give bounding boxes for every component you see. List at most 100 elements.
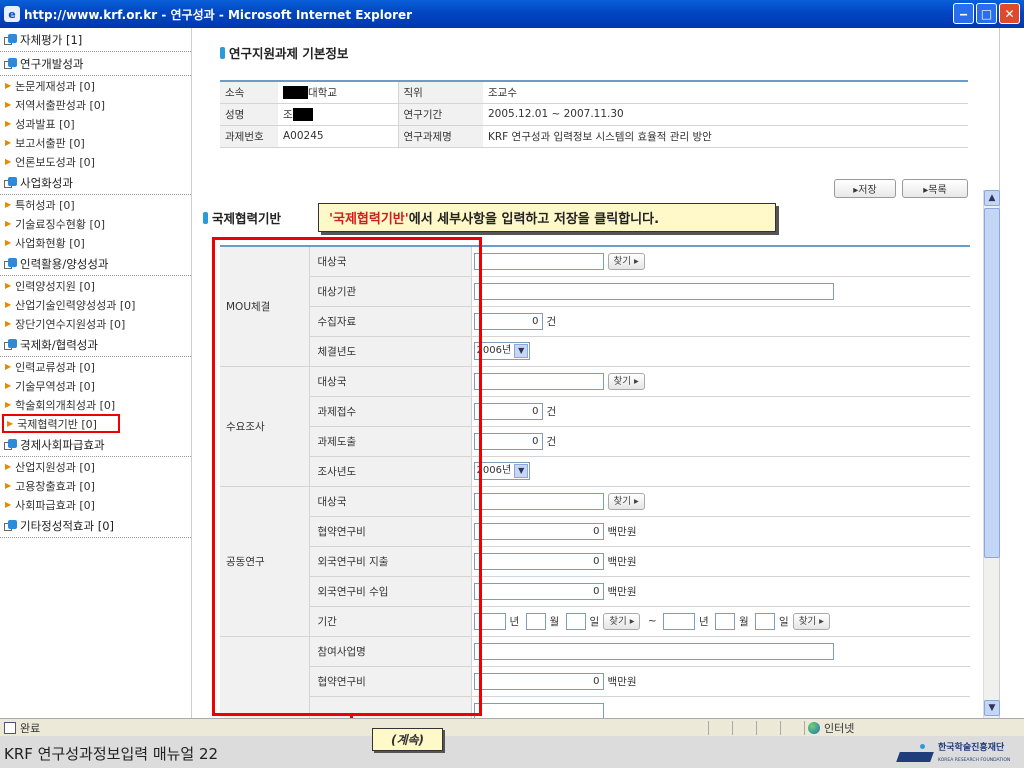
redaction-bar xyxy=(283,86,308,100)
sidebar-item[interactable]: ▶ 학술회의개최성과 [0] xyxy=(0,395,191,414)
field-label: 외국연구비 지출 xyxy=(309,546,472,577)
table-row: 과제접수 0건 xyxy=(220,396,970,427)
sidebar-item[interactable]: ▶ 인력교류성과 [0] xyxy=(0,357,191,376)
sidebar-item[interactable]: ▶ 인력양성지원 [0] xyxy=(0,276,191,295)
arrow-right-icon: ▶ xyxy=(5,462,12,471)
save-button[interactable]: ▸저장 xyxy=(834,179,896,198)
end-month-input[interactable] xyxy=(715,612,735,630)
list-button[interactable]: ▸목록 xyxy=(902,179,968,198)
mou-data-input[interactable]: 0 xyxy=(473,312,543,330)
find-button[interactable]: 찾기 ▸ xyxy=(603,612,641,630)
table-row: 외국연구비 수입 0 백만원 xyxy=(220,576,970,607)
manual-footer: KRF 연구성과정보입력 매뉴얼 22 xyxy=(0,736,1024,768)
sidebar-item[interactable]: ▶ 기술무역성과 [0] xyxy=(0,376,191,395)
survey-received-input[interactable]: 0 xyxy=(473,402,543,420)
sidebar-item[interactable]: ▶ 저역서출판성과 [0] xyxy=(0,95,191,114)
cell-value: A00245 xyxy=(278,125,398,148)
sidebar-item[interactable]: ▶ 산업기술인력양성성과 [0] xyxy=(0,295,191,314)
start-day-input[interactable] xyxy=(565,612,586,630)
folder-icon xyxy=(4,339,17,350)
mou-institution-input[interactable] xyxy=(473,282,834,300)
sidebar-item[interactable]: ▶ 고용창출효과 [0] xyxy=(0,476,191,495)
scroll-down-icon[interactable]: ▼ xyxy=(984,700,1000,716)
sidebar-group-socioeconomic[interactable]: 경제사회파급효과 xyxy=(0,433,191,457)
start-month-input[interactable] xyxy=(525,612,546,630)
sidebar-item[interactable]: ▶ 장단기연수지원성과 [0] xyxy=(0,314,191,333)
cell-label: 성명 xyxy=(220,103,278,126)
arrow-right-icon: ▶ xyxy=(5,400,12,409)
logo-text: 한국학술진흥재단 KOREA RESEARCH FOUNDATION xyxy=(938,743,1011,764)
sidebar-item[interactable]: ▶ 사업화현황 [0] xyxy=(0,233,191,252)
sidebar-item[interactable]: ▶ 산업지원성과 [0] xyxy=(0,457,191,476)
table-row: 수집자료 0건 xyxy=(220,306,970,337)
arrow-right-icon: ▶ xyxy=(5,281,12,290)
sidebar-group-intl[interactable]: 국제화/협력성과 xyxy=(0,333,191,357)
sidebar-group-other[interactable]: 기타정성적효과 [0] xyxy=(0,514,191,538)
field-cell: 찾기 ▸ xyxy=(471,366,970,397)
participation-extra-input[interactable] xyxy=(473,702,604,718)
intl-cooperation-title: 국제협력기반 xyxy=(203,208,281,227)
field-cell: 0건 xyxy=(471,306,970,337)
bullet-icon xyxy=(203,211,208,224)
sidebar-item[interactable]: ▶ 언론보도성과 [0] xyxy=(0,152,191,171)
folder-icon xyxy=(4,520,17,531)
start-year-input[interactable] xyxy=(473,612,506,630)
survey-derived-input[interactable]: 0 xyxy=(473,432,543,450)
find-button[interactable]: 찾기 ▸ xyxy=(607,492,645,510)
scroll-thumb[interactable] xyxy=(984,208,1000,558)
sidebar-item[interactable]: ▶ 성과발표 [0] xyxy=(0,114,191,133)
cell-value: 대학교 xyxy=(278,81,398,104)
field-cell: 0건 xyxy=(471,426,970,457)
scroll-up-icon[interactable]: ▲ xyxy=(984,190,1000,206)
sidebar-item[interactable]: ▶ 논문게재성과 [0] xyxy=(0,76,191,95)
survey-year-select[interactable]: 2006년 ▼ xyxy=(473,462,531,480)
participation-name-input[interactable] xyxy=(473,642,834,660)
arrow-right-icon: ▶ xyxy=(5,157,12,166)
field-label: 대상기관 xyxy=(309,276,472,307)
cell-label: 과제번호 xyxy=(220,125,278,148)
joint-funding-input[interactable]: 0 xyxy=(473,522,604,540)
find-button[interactable]: 찾기 ▸ xyxy=(607,252,645,270)
mou-country-input[interactable] xyxy=(473,252,604,270)
sidebar-group-rnd[interactable]: 연구개발성과 xyxy=(0,52,191,76)
minimize-button[interactable]: ‒ xyxy=(953,3,974,24)
unit-label: 건 xyxy=(546,315,557,328)
close-button[interactable]: ✕ xyxy=(999,3,1020,24)
joint-foreign-in-input[interactable]: 0 xyxy=(473,582,604,600)
sidebar-group-commercial[interactable]: 사업화성과 xyxy=(0,171,191,195)
unit-label: 일 xyxy=(589,615,600,628)
sidebar-item-intl-cooperation-base[interactable]: ▶ 국제협력기반 [0] xyxy=(2,414,120,433)
sidebar-item[interactable]: ▶ 사회파급효과 [0] xyxy=(0,495,191,514)
mou-year-select[interactable]: 2006년 ▼ xyxy=(473,342,531,360)
find-button[interactable]: 찾기 ▸ xyxy=(607,372,645,390)
joint-foreign-out-input[interactable]: 0 xyxy=(473,552,604,570)
sidebar-top-item[interactable]: 자체평가 [1] xyxy=(0,28,191,52)
status-divider xyxy=(732,721,733,735)
arrow-right-icon: ▶ xyxy=(5,81,12,90)
arrow-right-icon: ▶ xyxy=(5,138,12,147)
participation-funding-input[interactable]: 0 xyxy=(473,672,604,690)
field-cell: 0 백만원 xyxy=(471,576,970,607)
end-year-input[interactable] xyxy=(662,612,695,630)
field-cell: 찾기 ▸ xyxy=(471,486,970,517)
arrow-right-icon: ▶ xyxy=(5,200,12,209)
table-row: 과제번호 A00245 연구과제명 KRF 연구성과 입력정보 시스템의 효율적… xyxy=(220,125,968,148)
table-row: 조사년도 2006년 ▼ xyxy=(220,456,970,487)
end-day-input[interactable] xyxy=(755,612,776,630)
sidebar-group-hr[interactable]: 인력활용/양성성과 xyxy=(0,252,191,276)
group-label-survey: 수요조사 xyxy=(220,366,310,487)
vertical-scrollbar[interactable]: ▲ ▼ xyxy=(983,190,1000,718)
joint-country-input[interactable] xyxy=(473,492,604,510)
footer-text: KRF 연구성과정보입력 매뉴얼 22 xyxy=(4,745,219,763)
sidebar-item[interactable]: ▶ 특허성과 [0] xyxy=(0,195,191,214)
arrow-right-icon: ▶ xyxy=(7,419,14,428)
maximize-button[interactable]: □ xyxy=(976,3,997,24)
cell-value: KRF 연구성과 입력정보 시스템의 효율적 관리 방안 xyxy=(483,125,968,148)
find-button[interactable]: 찾기 ▸ xyxy=(792,612,830,630)
field-cell: 년 월 일 찾기 ▸ ~ 년 월 일 찾기 ▸ xyxy=(471,606,970,637)
survey-country-input[interactable] xyxy=(473,372,604,390)
sidebar-item[interactable]: ▶ 기술료징수현황 [0] xyxy=(0,214,191,233)
field-cell: 0건 xyxy=(471,396,970,427)
folder-icon xyxy=(4,58,17,69)
sidebar-item[interactable]: ▶ 보고서출판 [0] xyxy=(0,133,191,152)
